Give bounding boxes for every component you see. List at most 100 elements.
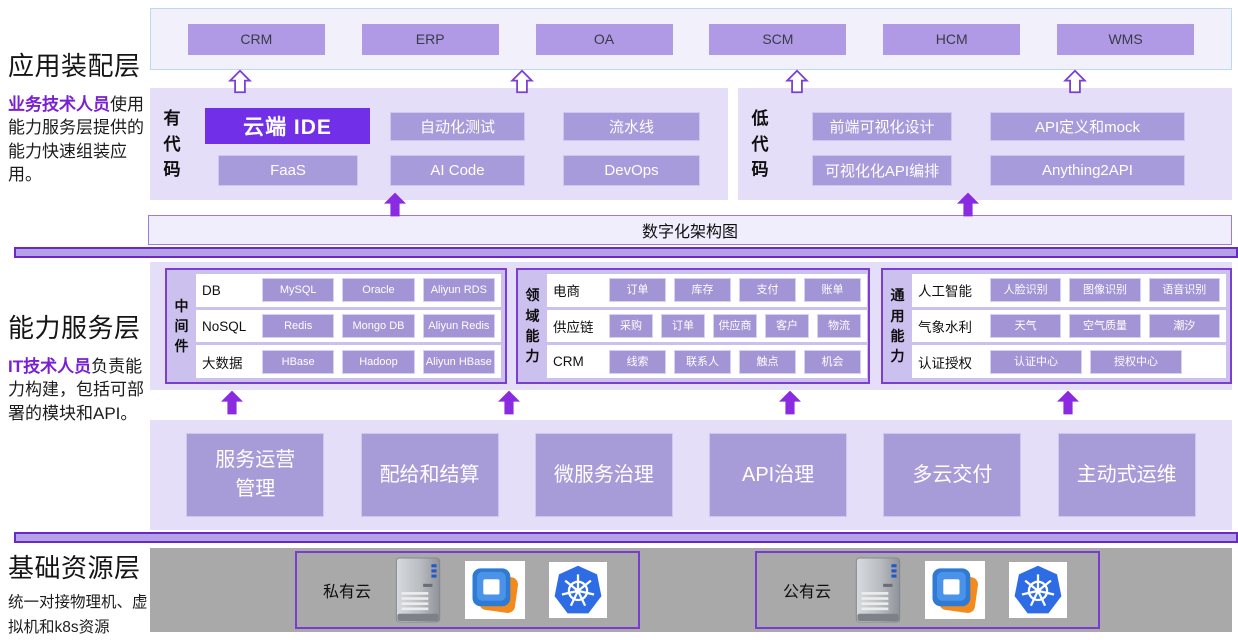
service-allocation-settlement[interactable]: 配给和结算 (361, 433, 499, 517)
service-microservice-governance[interactable]: 微服务治理 (535, 433, 673, 517)
public-cloud-box: 公有云 (755, 551, 1100, 629)
server-icon (855, 557, 901, 623)
chip-tide[interactable]: 潮汐 (1149, 314, 1220, 338)
digital-architecture-label: 数字化架构图 (642, 218, 738, 242)
chip-order[interactable]: 订单 (609, 278, 666, 302)
chip-logistics[interactable]: 物流 (817, 314, 861, 338)
hollow-up-arrow-icon (785, 69, 809, 94)
auto-test-button[interactable]: 自动化测试 (390, 112, 525, 141)
kubernetes-icon (549, 562, 607, 618)
supply-chain-row: 供应链 采购 订单 供应商 客户 物流 (547, 310, 867, 343)
left-note-capability-layer: 能力服务层 IT技术人员负责能力构建，包括可部署的模块和API。 (8, 308, 156, 425)
chip-face-recognition[interactable]: 人脸识别 (990, 278, 1061, 302)
service-multicloud-delivery[interactable]: 多云交付 (883, 433, 1021, 517)
chip-contact[interactable]: 联系人 (674, 350, 731, 374)
ecommerce-row: 电商 订单 库存 支付 账单 (547, 274, 867, 307)
chip-image-recognition[interactable]: 图像识别 (1069, 278, 1140, 302)
private-cloud-box: 私有云 (295, 551, 640, 629)
chip-aliyun-redis[interactable]: Aliyun Redis (423, 314, 495, 338)
chip-payment[interactable]: 支付 (739, 278, 796, 302)
chip-customer[interactable]: 客户 (765, 314, 809, 338)
vmware-icon (925, 561, 985, 619)
chip-bill[interactable]: 账单 (804, 278, 861, 302)
app-crm[interactable]: CRM (188, 24, 325, 55)
chip-oracle[interactable]: Oracle (342, 278, 414, 302)
layer-description-infrastructure: 统一对接物理机、虚拟机和k8s资源 (8, 591, 156, 640)
app-hcm[interactable]: HCM (883, 24, 1020, 55)
layer-divider-bar (14, 532, 1238, 543)
general-capability-label: 通用能力 (890, 285, 905, 366)
capability-layer-band: 中间件 DB MySQL Oracle Aliyun RDS NoSQL Red… (150, 262, 1232, 390)
pro-code-panel: 有代码 云端 IDE 自动化测试 流水线 FaaS AI Code DevOps (150, 88, 728, 200)
chip-lead[interactable]: 线索 (609, 350, 666, 374)
hollow-up-arrow-icon (510, 69, 534, 94)
chip-touchpoint[interactable]: 触点 (739, 350, 796, 374)
app-erp[interactable]: ERP (362, 24, 499, 55)
chip-hadoop[interactable]: Hadoop (342, 350, 414, 374)
chip-authz-center[interactable]: 授权中心 (1090, 350, 1182, 374)
solid-up-arrow-icon (221, 389, 243, 416)
layer-title-infrastructure: 基础资源层 (8, 548, 156, 585)
low-code-panel: 低代码 前端可视化设计 API定义和mock 可视化化API编排 Anythin… (738, 88, 1232, 200)
service-operation-management[interactable]: 服务运营管理 (186, 433, 324, 517)
devops-button[interactable]: DevOps (563, 155, 700, 186)
digital-architecture-band: 数字化架构图 (148, 215, 1232, 245)
cloud-ide-button[interactable]: 云端 IDE (205, 108, 370, 144)
row-label-weather: 气象水利 (918, 316, 982, 336)
kubernetes-icon (1009, 562, 1067, 618)
ai-row: 人工智能 人脸识别 图像识别 语音识别 (912, 274, 1226, 307)
api-mock-button[interactable]: API定义和mock (990, 112, 1185, 141)
anything2api-button[interactable]: Anything2API (990, 155, 1185, 186)
chip-speech-recognition[interactable]: 语音识别 (1149, 278, 1220, 302)
chip-air-quality[interactable]: 空气质量 (1069, 314, 1140, 338)
highlight-business-staff: 业务技术人员 (8, 95, 110, 114)
chip-auth-center[interactable]: 认证中心 (990, 350, 1082, 374)
weather-row: 气象水利 天气 空气质量 潮汐 (912, 310, 1226, 343)
chip-supplier[interactable]: 供应商 (713, 314, 757, 338)
domain-capability-label: 领域能力 (525, 285, 540, 366)
row-label-crm: CRM (553, 354, 601, 369)
public-cloud-label: 公有云 (783, 578, 831, 602)
chip-aliyun-hbase[interactable]: Aliyun HBase (423, 350, 495, 374)
chip-weather[interactable]: 天气 (990, 314, 1061, 338)
service-proactive-ops[interactable]: 主动式运维 (1058, 433, 1196, 517)
solid-up-arrow-icon (957, 191, 979, 218)
digital-architecture-diagram: 应用装配层 业务技术人员使用能力服务层提供的能力快速组装应用。 能力服务层 IT… (0, 0, 1238, 640)
infrastructure-layer-band: 私有云 公有云 (150, 548, 1232, 632)
solid-up-arrow-icon (1057, 389, 1079, 416)
chip-mysql[interactable]: MySQL (262, 278, 334, 302)
server-icon (395, 557, 441, 623)
frontend-visual-design-button[interactable]: 前端可视化设计 (812, 112, 952, 141)
app-oa[interactable]: OA (536, 24, 673, 55)
chip-mongodb[interactable]: Mongo DB (342, 314, 414, 338)
layer-divider-bar (14, 247, 1238, 258)
left-note-infrastructure-layer: 基础资源层 统一对接物理机、虚拟机和k8s资源 (8, 548, 156, 640)
app-wms[interactable]: WMS (1057, 24, 1194, 55)
chip-sc-order[interactable]: 订单 (661, 314, 705, 338)
solid-up-arrow-icon (779, 389, 801, 416)
ai-code-button[interactable]: AI Code (390, 155, 525, 186)
chip-redis[interactable]: Redis (262, 314, 334, 338)
layer-title-application: 应用装配层 (8, 46, 156, 83)
faas-button[interactable]: FaaS (218, 155, 358, 186)
pipeline-button[interactable]: 流水线 (563, 112, 700, 141)
chip-opportunity[interactable]: 机会 (804, 350, 861, 374)
chip-aliyun-rds[interactable]: Aliyun RDS (423, 278, 495, 302)
layer-title-capability: 能力服务层 (8, 308, 156, 345)
crm-row: CRM 线索 联系人 触点 机会 (547, 345, 867, 378)
application-layer-band: CRM ERP OA SCM HCM WMS (150, 8, 1232, 70)
visual-api-orchestration-button[interactable]: 可视化化API编排 (812, 155, 952, 186)
layer-description-application: 业务技术人员使用能力服务层提供的能力快速组装应用。 (8, 93, 156, 187)
hollow-up-arrow-icon (1063, 69, 1087, 94)
solid-up-arrow-icon (384, 191, 406, 218)
app-scm[interactable]: SCM (709, 24, 846, 55)
chip-hbase[interactable]: HBase (262, 350, 334, 374)
service-api-governance[interactable]: API治理 (709, 433, 847, 517)
chip-procurement[interactable]: 采购 (609, 314, 653, 338)
row-label-nosql: NoSQL (202, 319, 254, 334)
highlight-it-staff: IT技术人员 (8, 357, 91, 376)
row-label-ecommerce: 电商 (553, 280, 601, 300)
vmware-icon (465, 561, 525, 619)
chip-inventory[interactable]: 库存 (674, 278, 731, 302)
general-capability-box: 通用能力 人工智能 人脸识别 图像识别 语音识别 气象水利 天气 空气质量 潮汐… (881, 268, 1232, 384)
